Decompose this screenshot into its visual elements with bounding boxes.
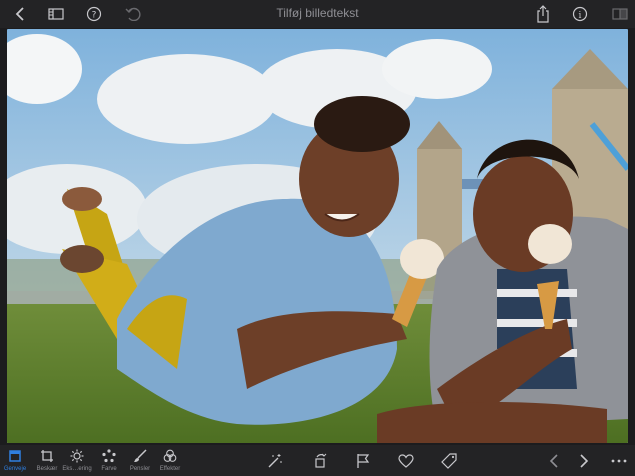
- tool-color-label: Farve: [101, 466, 117, 472]
- tool-brushes[interactable]: Pensler: [123, 448, 157, 476]
- brush-icon: [134, 449, 147, 462]
- bottom-toolbar: Genveje Beskær Eks…ering Farve Pensler E…: [0, 445, 635, 476]
- rotate-icon: [315, 453, 327, 468]
- next-photo-button[interactable]: [575, 452, 593, 470]
- share-button[interactable]: [533, 4, 553, 24]
- svg-text:i: i: [579, 11, 582, 21]
- crop-square-icon: [9, 450, 21, 462]
- tool-brushes-label: Pensler: [129, 466, 151, 472]
- rotate-button[interactable]: [311, 452, 329, 470]
- info-button[interactable]: i: [570, 4, 590, 24]
- photo-canvas[interactable]: [7, 29, 628, 443]
- crop-icon: [41, 450, 53, 462]
- tag-button[interactable]: [440, 452, 458, 470]
- effects-circles-icon: [163, 449, 177, 462]
- compare-button[interactable]: [610, 4, 630, 24]
- sun-icon: [70, 449, 84, 463]
- flag-icon: [357, 454, 370, 468]
- magic-wand-icon: [268, 454, 282, 468]
- auto-enhance-button[interactable]: [266, 452, 284, 470]
- tool-crop[interactable]: Beskær: [30, 448, 64, 476]
- heart-icon: [398, 454, 414, 468]
- compare-icon: [612, 8, 628, 20]
- tool-exposure-label: Eks…ering: [62, 466, 92, 472]
- previous-photo-button[interactable]: [545, 452, 563, 470]
- tag-icon: [441, 453, 457, 469]
- chevron-right-icon: [580, 454, 589, 468]
- tool-color[interactable]: Farve: [92, 448, 126, 476]
- top-toolbar: ? Tilføj billedtekst i: [0, 0, 635, 28]
- tool-effects-label: Effekter: [159, 466, 181, 472]
- photo-image: [7, 29, 628, 443]
- tool-crop-label: Beskær: [36, 466, 58, 472]
- flag-button[interactable]: [354, 452, 372, 470]
- palette-icon: [102, 449, 116, 463]
- more-button[interactable]: [610, 452, 628, 470]
- tool-shortcuts[interactable]: Genveje: [0, 448, 32, 476]
- chevron-left-icon: [549, 454, 558, 468]
- tool-effects[interactable]: Effekter: [153, 448, 187, 476]
- more-icon: [611, 459, 627, 463]
- tool-exposure[interactable]: Eks…ering: [60, 448, 94, 476]
- favorite-button[interactable]: [397, 452, 415, 470]
- tool-shortcuts-label: Genveje: [3, 466, 27, 472]
- share-icon: [537, 5, 549, 23]
- info-circle-icon: i: [572, 6, 588, 22]
